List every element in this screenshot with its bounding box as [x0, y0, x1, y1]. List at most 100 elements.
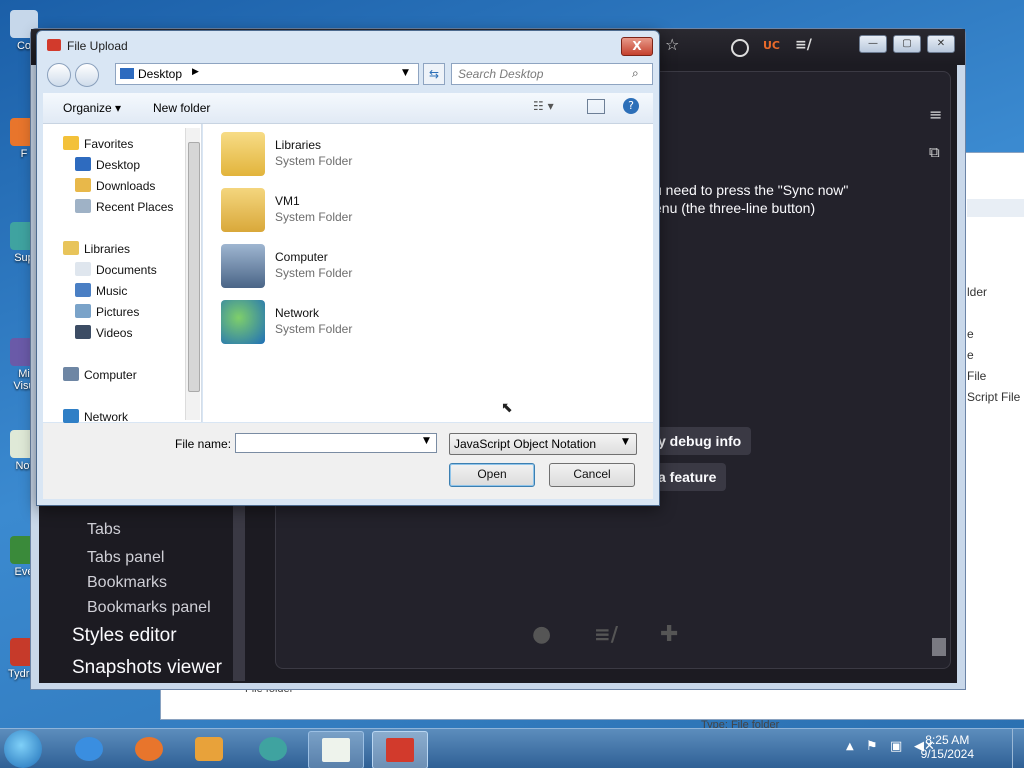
nav-downloads[interactable]: Downloads: [75, 178, 155, 193]
pictures-icon: [75, 304, 91, 318]
sidebar-item-tabs-panel[interactable]: Tabs panel: [87, 549, 164, 567]
explorer-row[interactable]: Script File: [967, 390, 1020, 404]
search-input[interactable]: Search Desktop ⌕: [451, 63, 653, 85]
media-player-icon: [195, 737, 223, 761]
nav-network[interactable]: Network: [63, 409, 128, 424]
downloads-folder-icon: [75, 178, 91, 192]
new-folder-button[interactable]: New folder: [153, 101, 210, 115]
help-icon[interactable]: ?: [623, 98, 639, 114]
nav-scrollbar-thumb[interactable]: [188, 142, 200, 392]
debug-info-button[interactable]: y debug info: [648, 427, 752, 455]
library-icon[interactable]: ≡/: [594, 622, 618, 646]
open-button[interactable]: Open: [449, 463, 535, 487]
back-button[interactable]: [47, 63, 71, 87]
sidebar-item-tabs[interactable]: Tabs: [87, 521, 121, 539]
taskbar-firefox[interactable]: [122, 731, 176, 767]
desktop-icon: [120, 68, 134, 79]
nav-pictures[interactable]: Pictures: [75, 304, 139, 319]
start-button[interactable]: [4, 730, 42, 768]
puzzle-icon[interactable]: ✚: [660, 622, 678, 647]
file-item[interactable]: Network System Folder: [221, 298, 481, 348]
content-scrollbar-thumb[interactable]: [932, 638, 946, 656]
star-icon[interactable]: ☆: [665, 35, 679, 54]
show-desktop-button[interactable]: [1012, 729, 1024, 768]
preview-pane-icon[interactable]: [587, 99, 605, 114]
chevron-down-icon[interactable]: ▼: [402, 68, 409, 78]
address-bar[interactable]: Desktop ▶ ▼: [115, 63, 419, 85]
nav-videos[interactable]: Videos: [75, 325, 132, 340]
taskbar-app[interactable]: [246, 731, 300, 767]
chevron-right-icon[interactable]: ▶: [192, 67, 199, 77]
extension-icon[interactable]: ⧉: [929, 143, 940, 161]
nav-libraries[interactable]: Libraries: [63, 241, 130, 256]
file-item-name: Libraries: [275, 138, 322, 152]
sidebar-item-bookmarks-panel[interactable]: Bookmarks panel: [87, 599, 211, 617]
file-item[interactable]: VM1 System Folder: [221, 186, 481, 236]
tydrox-icon: [386, 738, 414, 762]
sidebar-item-snapshots-viewer[interactable]: Snapshots viewer: [72, 657, 222, 679]
show-hidden-icons[interactable]: ▲: [846, 741, 854, 752]
taskbar: ▲ ⚑ ▣ ◀✕ 8:25 AM 9/15/2024: [0, 728, 1024, 768]
dialog-bottom-bar: File name: ▼ JavaScript Object Notation …: [43, 423, 653, 499]
chevron-down-icon[interactable]: ▼: [423, 436, 430, 446]
taskbar-tydrox[interactable]: [372, 731, 428, 768]
library-icon[interactable]: ≡/: [795, 37, 812, 53]
taskbar-ie[interactable]: [62, 731, 116, 767]
view-options-icon[interactable]: ☷ ▾: [533, 99, 554, 113]
ie-icon: [75, 737, 103, 761]
organize-button[interactable]: Organize ▾: [63, 101, 121, 115]
file-item[interactable]: Libraries System Folder: [221, 130, 481, 180]
close-button[interactable]: X: [621, 37, 653, 56]
file-upload-dialog: File Upload X Desktop ▶ ▼ ⇆ Search Deskt…: [36, 30, 660, 506]
desktop-icon: [75, 157, 91, 171]
refresh-icon[interactable]: ⇆: [423, 63, 445, 85]
sidebar-item-bookmarks[interactable]: Bookmarks: [87, 574, 167, 592]
sidebar-item-styles-editor[interactable]: Styles editor: [72, 625, 177, 647]
search-placeholder: Search Desktop: [458, 67, 544, 81]
filename-input[interactable]: [235, 433, 437, 453]
explorer-column-header: lder: [967, 285, 988, 299]
filetype-select[interactable]: JavaScript Object Notation ▼: [449, 433, 637, 455]
computer-icon: [63, 367, 79, 381]
maximize-button[interactable]: ▢: [893, 35, 921, 53]
file-list: Libraries System Folder VM1 System Folde…: [203, 124, 653, 422]
clock-date: 9/15/2024: [920, 747, 974, 761]
nav-favorites[interactable]: Favorites: [63, 136, 133, 151]
app-icon: [47, 39, 61, 51]
close-window-button[interactable]: ✕: [927, 35, 955, 53]
taskbar-notepad[interactable]: [308, 731, 364, 768]
forward-button[interactable]: [75, 63, 99, 87]
nav-desktop[interactable]: Desktop: [75, 157, 140, 172]
nav-recent-places[interactable]: Recent Places: [75, 199, 173, 214]
nav-documents[interactable]: Documents: [75, 262, 157, 277]
explorer-row[interactable]: File: [967, 369, 986, 383]
minimize-button[interactable]: —: [859, 35, 887, 53]
mouse-cursor-icon: ⬉: [501, 400, 513, 416]
filename-label: File name:: [175, 437, 232, 451]
file-item[interactable]: Computer System Folder: [221, 242, 481, 292]
cancel-button[interactable]: Cancel: [549, 463, 635, 487]
content-text-line: enu (the three-line button): [654, 200, 816, 216]
content-text-line: u need to press the "Sync now": [654, 182, 849, 198]
nav-music[interactable]: Music: [75, 283, 127, 298]
uc-icon[interactable]: UC: [763, 39, 780, 52]
github-icon[interactable]: ●: [532, 622, 551, 647]
file-item-type: System Folder: [275, 210, 353, 224]
menu-icon[interactable]: ≡: [929, 105, 942, 124]
explorer-row[interactable]: e: [967, 327, 974, 341]
network-status-icon[interactable]: ▣: [890, 739, 902, 754]
file-item-type: System Folder: [275, 154, 353, 168]
computer-icon: [221, 244, 265, 288]
file-item-name: VM1: [275, 194, 300, 208]
system-clock[interactable]: 8:25 AM 9/15/2024: [921, 733, 974, 761]
taskbar-media-player[interactable]: [182, 731, 236, 767]
navigation-pane: Favorites Desktop Downloads Recent Place…: [43, 124, 202, 424]
clock-time: 8:25 AM: [925, 733, 970, 747]
star-icon: [63, 136, 79, 150]
explorer-row[interactable]: e: [967, 348, 974, 362]
nav-computer[interactable]: Computer: [63, 367, 137, 382]
nav-scrollbar[interactable]: [185, 128, 200, 420]
music-icon: [75, 283, 91, 297]
flag-icon[interactable]: ⚑: [866, 739, 878, 754]
account-icon[interactable]: [731, 39, 749, 57]
